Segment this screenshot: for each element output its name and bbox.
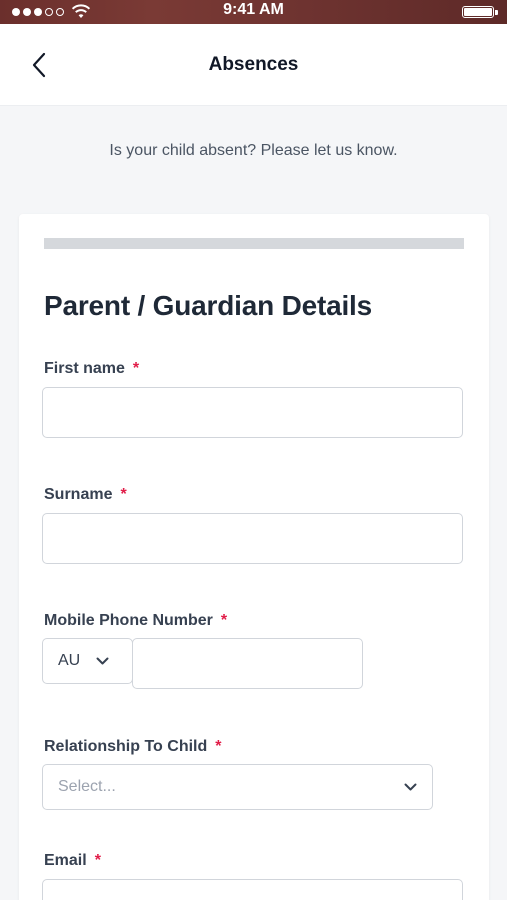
page-title: Absences [208,54,299,75]
mobile-phone-input[interactable] [132,638,363,689]
required-asterisk: * [215,738,222,755]
relationship-select[interactable]: Select... [42,764,433,810]
required-asterisk: * [94,852,101,869]
section-title: Parent / Guardian Details [44,290,372,321]
required-asterisk: * [120,486,127,503]
form-card: Parent / Guardian Details First name * Su… [19,214,489,900]
country-code-select[interactable]: AU [42,638,133,684]
status-bar: 9:41 AM [0,0,507,24]
relationship-placeholder: Select... [58,778,116,795]
progress-bar [44,238,464,249]
required-asterisk: * [220,612,228,629]
chevron-down-icon [96,657,109,664]
status-time: 9:41 AM [223,1,284,18]
battery-level [464,8,492,16]
chevron-down-icon [404,783,417,790]
nav-bar: Absences [0,24,507,106]
country-code-value: AU [58,652,81,669]
email-label: Email * [44,852,101,870]
email-input[interactable] [42,879,463,900]
surname-label-text: Surname [44,486,113,503]
first-name-label: First name * [44,360,139,378]
first-name-input[interactable] [42,387,463,438]
mobile-label: Mobile Phone Number * [44,612,227,630]
email-label-text: Email [44,852,87,869]
required-asterisk: * [132,360,140,377]
battery-icon [462,6,498,18]
mobile-label-text: Mobile Phone Number [44,612,213,629]
surname-input[interactable] [42,513,463,564]
relationship-label-text: Relationship To Child [44,738,208,755]
first-name-label-text: First name [44,360,125,377]
relationship-label: Relationship To Child * [44,738,221,756]
intro-text: Is your child absent? Please let us know… [109,142,398,159]
surname-label: Surname * [44,486,127,504]
